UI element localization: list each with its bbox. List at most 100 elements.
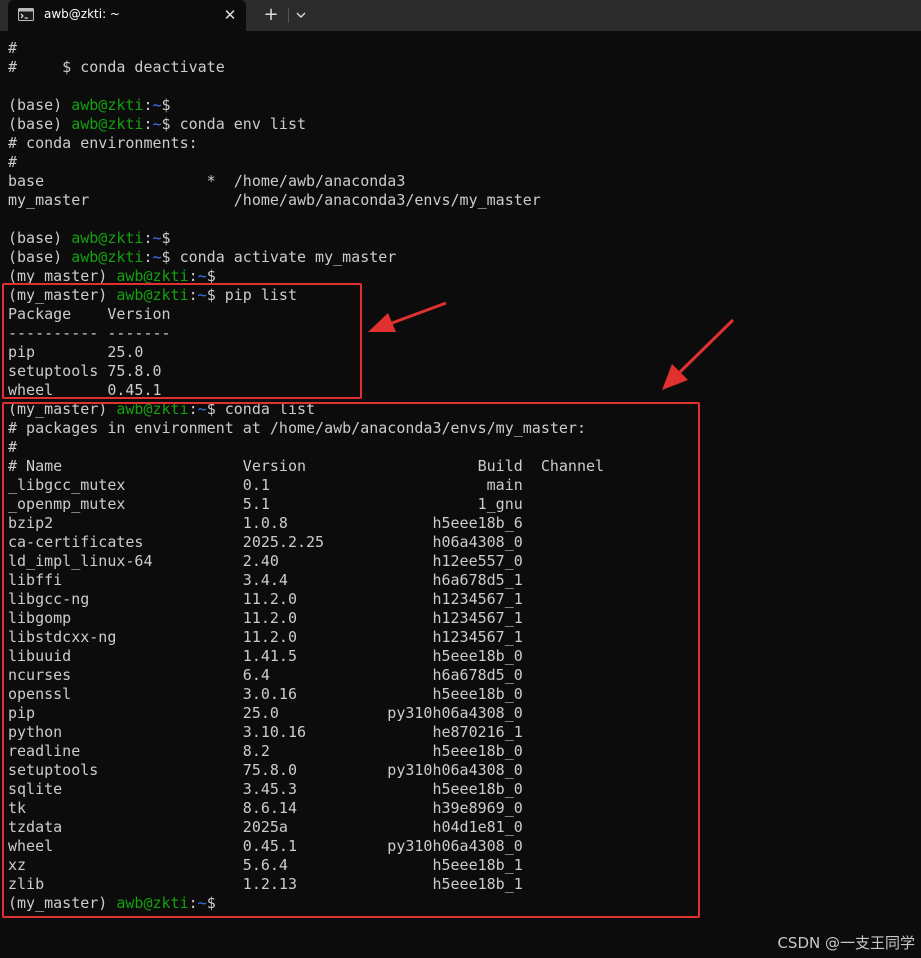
terminal-line: (base) awb@zkti:~$ conda activate my_mas… — [8, 248, 913, 267]
terminal-line: # — [8, 153, 913, 172]
terminal-text: libgcc-ng 11.2.0 h1234567_1 — [8, 590, 523, 608]
terminal-text: ca-certificates 2025.2.25 h06a4308_0 — [8, 533, 523, 551]
terminal-line: (my_master) awb@zkti:~$ pip list — [8, 286, 913, 305]
terminal-text: tzdata 2025a h04d1e81_0 — [8, 818, 523, 836]
terminal-text: (my_master) — [8, 267, 117, 285]
terminal-text: libuuid 1.41.5 h5eee18b_0 — [8, 647, 523, 665]
terminal-line: libstdcxx-ng 11.2.0 h1234567_1 — [8, 628, 913, 647]
tab-title: awb@zkti: ~ — [44, 7, 120, 21]
prompt-path: ~ — [197, 894, 207, 912]
terminal-text: sqlite 3.45.3 h5eee18b_0 — [8, 780, 523, 798]
terminal-icon — [18, 8, 34, 21]
prompt-path: ~ — [197, 286, 207, 304]
prompt-user: awb@zkti — [116, 400, 189, 418]
terminal-line: wheel 0.45.1 — [8, 381, 913, 400]
prompt-user: awb@zkti — [71, 229, 144, 247]
terminal-line: openssl 3.0.16 h5eee18b_0 — [8, 685, 913, 704]
terminal-line: (base) awb@zkti:~$ — [8, 229, 913, 248]
terminal-line: # $ conda deactivate — [8, 58, 913, 77]
terminal-text: # — [8, 153, 18, 171]
terminal-line: pip 25.0 py310h06a4308_0 — [8, 704, 913, 723]
tab-terminal[interactable]: awb@zkti: ~ ✕ — [8, 0, 246, 31]
terminal-text: libstdcxx-ng 11.2.0 h1234567_1 — [8, 628, 523, 646]
terminal-text: zlib 1.2.13 h5eee18b_1 — [8, 875, 523, 893]
terminal-text: readline 8.2 h5eee18b_0 — [8, 742, 523, 760]
tab-bar: awb@zkti: ~ ✕ + — [0, 0, 921, 31]
terminal-line: ---------- ------- — [8, 324, 913, 343]
terminal-text: libffi 3.4.4 h6a678d5_1 — [8, 571, 523, 589]
terminal-text: xz 5.6.4 h5eee18b_1 — [8, 856, 523, 874]
watermark: CSDN @一支王同学 — [777, 934, 915, 952]
terminal-text: : — [188, 286, 198, 304]
terminal-text: setuptools 75.8.0 — [8, 362, 162, 380]
terminal-text: # $ conda deactivate — [8, 58, 225, 76]
terminal-text: pip 25.0 py310h06a4308_0 — [8, 704, 523, 722]
terminal-text: Package Version — [8, 305, 171, 323]
terminal-line: ld_impl_linux-64 2.40 h12ee557_0 — [8, 552, 913, 571]
terminal-line: readline 8.2 h5eee18b_0 — [8, 742, 913, 761]
terminal-line: my_master /home/awb/anaconda3/envs/my_ma… — [8, 191, 913, 210]
prompt-path: ~ — [197, 267, 207, 285]
terminal-line: setuptools 75.8.0 — [8, 362, 913, 381]
terminal-text: # — [8, 438, 18, 456]
terminal-text: $ conda env list — [161, 115, 307, 133]
prompt-path: ~ — [152, 229, 162, 247]
terminal-text: : — [143, 229, 153, 247]
prompt-user: awb@zkti — [71, 248, 144, 266]
terminal-text: : — [188, 894, 198, 912]
terminal-output[interactable]: # # $ conda deactivate (base) awb@zkti:~$(… — [8, 39, 913, 913]
terminal-text: _openmp_mutex 5.1 1_gnu — [8, 495, 523, 513]
terminal-line: # conda environments: — [8, 134, 913, 153]
terminal-text: (base) — [8, 96, 72, 114]
prompt-path: ~ — [152, 248, 162, 266]
terminal-text: : — [143, 96, 153, 114]
terminal-line: # — [8, 438, 913, 457]
terminal-line: libuuid 1.41.5 h5eee18b_0 — [8, 647, 913, 666]
terminal-line: base * /home/awb/anaconda3 — [8, 172, 913, 191]
terminal-line: Package Version — [8, 305, 913, 324]
terminal-text: setuptools 75.8.0 py310h06a4308_0 — [8, 761, 523, 779]
terminal-line: _libgcc_mutex 0.1 main — [8, 476, 913, 495]
prompt-user: awb@zkti — [116, 286, 189, 304]
terminal-text: # — [8, 39, 18, 57]
terminal-text: wheel 0.45.1 — [8, 381, 162, 399]
terminal-text: bzip2 1.0.8 h5eee18b_6 — [8, 514, 523, 532]
terminal-line: # packages in environment at /home/awb/a… — [8, 419, 913, 438]
terminal-line: libffi 3.4.4 h6a678d5_1 — [8, 571, 913, 590]
terminal-text: (my_master) — [8, 400, 117, 418]
terminal-text: : — [188, 267, 198, 285]
terminal-line: (base) awb@zkti:~$ — [8, 96, 913, 115]
terminal-line: python 3.10.16 he870216_1 — [8, 723, 913, 742]
terminal-text: $ — [206, 894, 216, 912]
terminal-text: _libgcc_mutex 0.1 main — [8, 476, 523, 494]
terminal-line: tzdata 2025a h04d1e81_0 — [8, 818, 913, 837]
prompt-user: awb@zkti — [116, 894, 189, 912]
terminal-text: # conda environments: — [8, 134, 198, 152]
chevron-down-icon[interactable] — [292, 6, 310, 24]
terminal-text: : — [188, 400, 198, 418]
new-tab-button[interactable]: + — [260, 5, 282, 25]
terminal-line: # Name Version Build Channel — [8, 457, 913, 476]
prompt-user: awb@zkti — [71, 96, 144, 114]
tab-separator — [288, 8, 289, 23]
terminal-line: (my_master) awb@zkti:~$ — [8, 894, 913, 913]
terminal-text: $ — [206, 267, 216, 285]
terminal-text: pip 25.0 — [8, 343, 144, 361]
terminal-text: : — [143, 248, 153, 266]
prompt-path: ~ — [152, 96, 162, 114]
terminal-line: (my_master) awb@zkti:~$ conda list — [8, 400, 913, 419]
terminal-text: (my_master) — [8, 286, 117, 304]
terminal-text: $ — [161, 96, 171, 114]
prompt-user: awb@zkti — [116, 267, 189, 285]
terminal-line: _openmp_mutex 5.1 1_gnu — [8, 495, 913, 514]
terminal-line: # — [8, 39, 913, 58]
close-icon[interactable]: ✕ — [220, 5, 240, 25]
terminal-text: : — [143, 115, 153, 133]
terminal-line: (base) awb@zkti:~$ conda env list — [8, 115, 913, 134]
terminal-line: sqlite 3.45.3 h5eee18b_0 — [8, 780, 913, 799]
terminal-text: ---------- ------- — [8, 324, 171, 342]
terminal-text: (base) — [8, 248, 72, 266]
terminal-text: libgomp 11.2.0 h1234567_1 — [8, 609, 523, 627]
